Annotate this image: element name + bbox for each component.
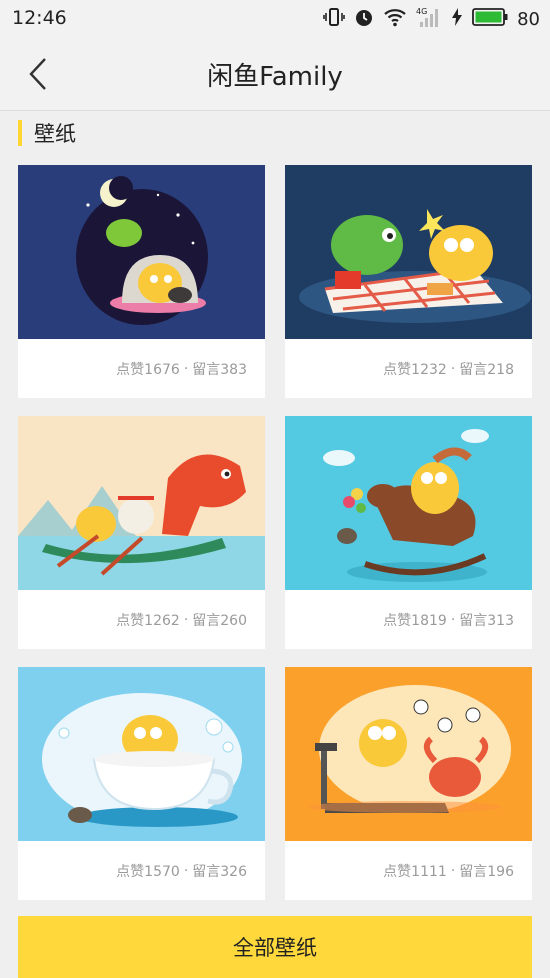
battery-icon	[472, 8, 508, 30]
card-stats: 点赞1262 · 留言260	[116, 611, 247, 629]
page-title: 闲鱼Family	[207, 62, 343, 92]
comment-count: 留言383	[192, 361, 247, 378]
wallpaper-image[interactable]	[285, 416, 532, 590]
wallpaper-card[interactable]: 点赞1570 · 留言326	[18, 667, 265, 900]
wallpaper-grid: 点赞1676 · 留言383 点赞1232 · 留言218 点赞1262 · 留…	[18, 165, 532, 900]
like-count: 点赞1111	[383, 863, 447, 880]
vibrate-icon	[323, 7, 345, 31]
svg-text:4G: 4G	[416, 7, 427, 16]
wallpaper-card[interactable]: 点赞1262 · 留言260	[18, 416, 265, 649]
wallpaper-card[interactable]: 点赞1111 · 留言196	[285, 667, 532, 900]
status-bar: 12:46 4G 80	[0, 0, 550, 38]
wallpaper-card[interactable]: 点赞1676 · 留言383	[18, 165, 265, 398]
section-accent-bar	[18, 120, 22, 146]
comment-count: 留言326	[192, 863, 247, 880]
comment-count: 留言196	[459, 863, 514, 880]
comment-count: 留言260	[192, 612, 247, 629]
wallpaper-card[interactable]: 点赞1819 · 留言313	[285, 416, 532, 649]
wallpaper-image[interactable]	[18, 165, 265, 339]
comment-count: 留言218	[459, 361, 514, 378]
signal-icon: 4G	[416, 6, 442, 32]
comment-count: 留言313	[459, 612, 514, 629]
card-stats: 点赞1676 · 留言383	[116, 360, 247, 378]
card-stats: 点赞1232 · 留言218	[383, 360, 514, 378]
nav-bar: 闲鱼Family	[0, 38, 550, 111]
wallpaper-image[interactable]	[285, 667, 532, 841]
wallpaper-image[interactable]	[18, 667, 265, 841]
section-title: 壁纸	[34, 122, 76, 146]
battery-level: 80	[517, 8, 540, 30]
all-wallpapers-button[interactable]: 全部壁纸	[18, 916, 532, 978]
wifi-icon	[383, 7, 407, 31]
alarm-icon	[354, 7, 374, 31]
card-stats: 点赞1570 · 留言326	[116, 862, 247, 880]
status-time: 12:46	[12, 7, 67, 29]
like-count: 点赞1676	[116, 361, 180, 378]
section-header: 壁纸	[18, 118, 76, 148]
card-stats: 点赞1819 · 留言313	[383, 611, 514, 629]
like-count: 点赞1819	[383, 612, 447, 629]
wallpaper-image[interactable]	[285, 165, 532, 339]
like-count: 点赞1232	[383, 361, 447, 378]
wallpaper-image[interactable]	[18, 416, 265, 590]
card-stats: 点赞1111 · 留言196	[383, 862, 514, 880]
wallpaper-card[interactable]: 点赞1232 · 留言218	[285, 165, 532, 398]
like-count: 点赞1262	[116, 612, 180, 629]
like-count: 点赞1570	[116, 863, 180, 880]
charging-icon	[451, 7, 463, 31]
